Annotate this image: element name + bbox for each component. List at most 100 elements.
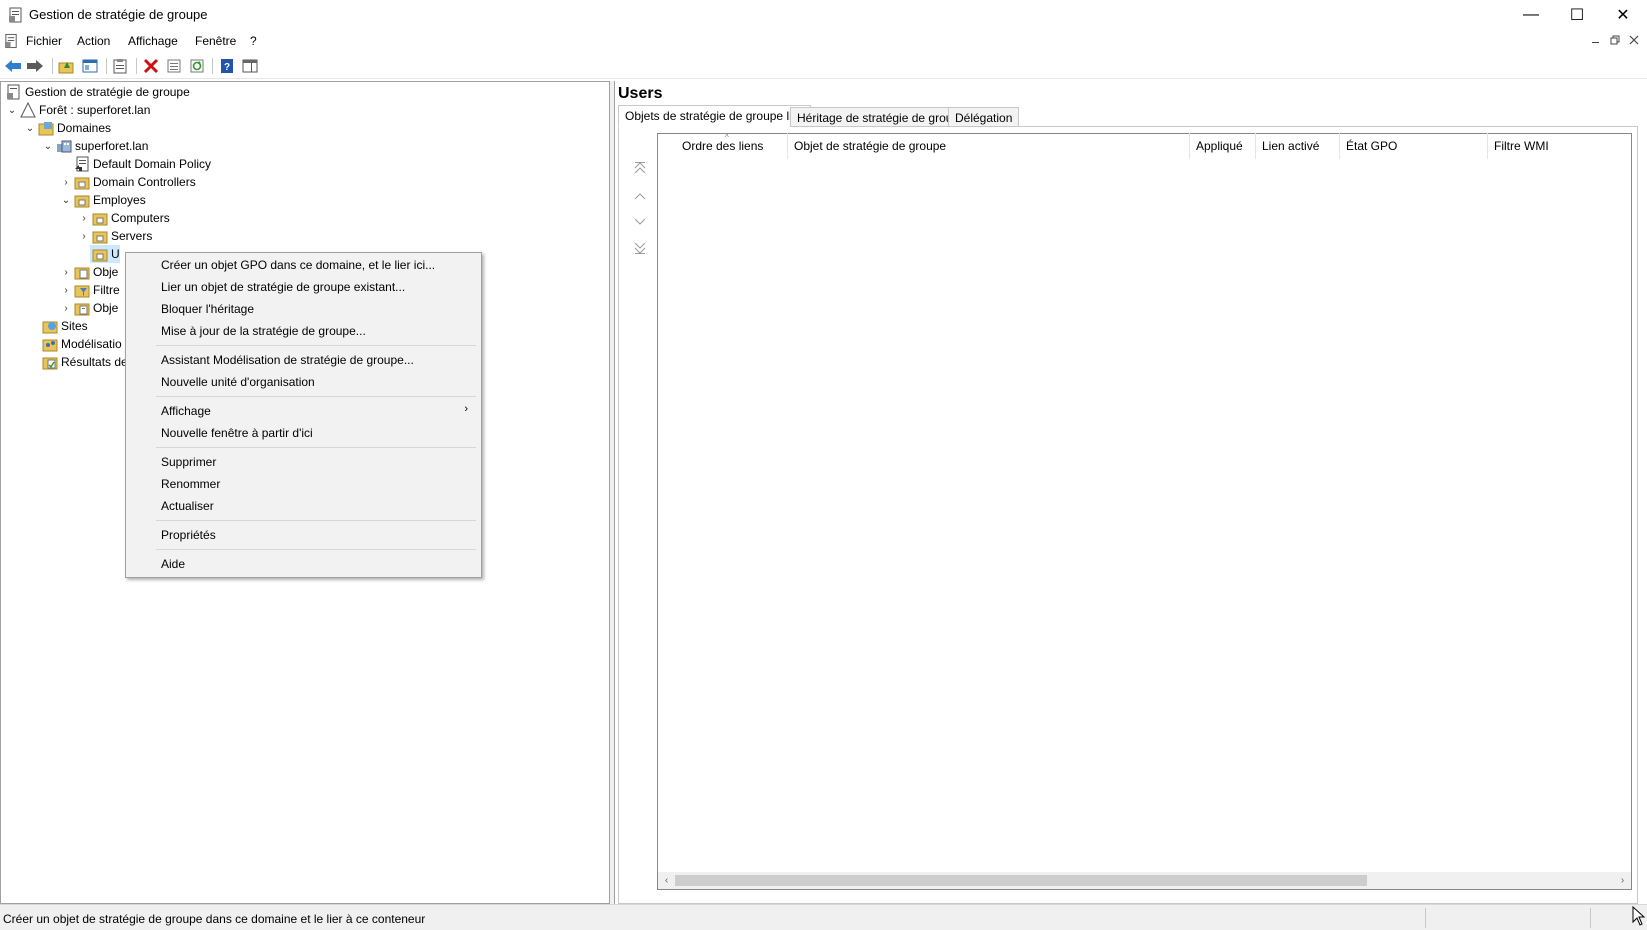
chevron-down-icon[interactable]: ⌄ [60, 195, 72, 206]
tab-linked-gpos[interactable]: Objets de stratégie de groupe liés [618, 105, 812, 127]
move-top-button[interactable] [632, 160, 648, 176]
gpo-link-icon [75, 156, 89, 172]
copy-button[interactable] [110, 56, 130, 76]
col-header-gpo-status-label: État GPO [1346, 139, 1398, 153]
tree-item-domains[interactable]: ⌄ Domaines [24, 119, 111, 137]
ctx-new-ou[interactable]: Nouvelle unité d'organisation [127, 371, 480, 393]
tree-root[interactable]: Gestion de stratégie de groupe [4, 83, 190, 101]
move-bottom-button[interactable] [632, 240, 648, 256]
delete-button[interactable] [141, 56, 161, 76]
ctx-properties[interactable]: Propriétés [127, 524, 480, 546]
ctx-delete[interactable]: Supprimer [127, 451, 480, 473]
menu-fichier[interactable]: Fichier [26, 34, 62, 48]
menu-fenetre[interactable]: Fenêtre [195, 34, 236, 48]
tree-item-wmi-filters[interactable]: › Filtre [60, 281, 120, 299]
close-button[interactable]: ✕ [1600, 0, 1646, 30]
tree-item-default-policy[interactable]: Default Domain Policy [72, 155, 211, 173]
help-button[interactable]: ? [217, 56, 237, 76]
tree-item-sites[interactable]: Sites [40, 317, 88, 335]
tab-inheritance[interactable]: Héritage de stratégie de groupe [790, 107, 973, 127]
chevron-down-icon[interactable]: ⌄ [6, 105, 18, 116]
tree-item-servers-label: Servers [111, 229, 153, 243]
chevron-right-icon[interactable]: › [60, 177, 72, 188]
ctx-link-existing-gpo[interactable]: Lier un objet de stratégie de groupe exi… [127, 276, 480, 298]
ctx-block-inheritance[interactable]: Bloquer l'héritage [127, 298, 480, 320]
tree-item-domain-label: superforet.lan [75, 139, 149, 153]
up-level-button[interactable] [56, 56, 76, 76]
ou-folder-icon [74, 195, 90, 208]
col-header-order[interactable]: Ordre des liens [676, 133, 788, 159]
forward-arrow-icon [27, 60, 43, 72]
scroll-thumb[interactable] [675, 875, 1367, 886]
tree-item-results[interactable]: Résultats de [40, 353, 128, 371]
tree-item-employes[interactable]: ⌄ Employes [60, 191, 146, 209]
col-header-wmi[interactable]: Filtre WMI [1488, 133, 1631, 159]
tree-item-domain[interactable]: ⌄ superforet.lan [42, 137, 149, 155]
chevron-up-icon [634, 193, 646, 200]
system-menu-icon[interactable] [4, 33, 19, 49]
chevron-right-icon[interactable]: › [60, 267, 72, 278]
tree-item-gpo-objects-label: Obje [93, 265, 119, 279]
menu-help[interactable]: ? [250, 34, 257, 48]
ctx-modeling-wizard[interactable]: Assistant Modélisation de stratégie de g… [127, 349, 480, 371]
ctx-view[interactable]: Affichage › [127, 400, 480, 422]
tree-item-domains-label: Domaines [57, 121, 112, 135]
menu-action[interactable]: Action [77, 34, 110, 48]
properties-button[interactable] [164, 56, 184, 76]
col-header-enforced[interactable]: Appliqué [1190, 133, 1256, 159]
scroll-right-icon[interactable]: › [1614, 872, 1631, 889]
tree-item-sites-label: Sites [61, 319, 88, 333]
forward-button[interactable] [25, 56, 45, 76]
ctx-gp-update[interactable]: Mise à jour de la stratégie de groupe... [127, 320, 480, 342]
ctx-new-window[interactable]: Nouvelle fenêtre à partir d'ici [127, 422, 480, 444]
ctx-rename[interactable]: Renommer [127, 473, 480, 495]
show-hide-tree-button[interactable] [80, 56, 100, 76]
back-button[interactable] [3, 56, 23, 76]
chevron-down-icon[interactable]: ⌄ [42, 141, 54, 152]
chevron-down-icon [634, 218, 646, 225]
tree-item-servers[interactable]: › Servers [78, 227, 152, 245]
mdi-restore-icon[interactable] [1607, 32, 1623, 48]
ctx-create-gpo-link[interactable]: Créer un objet GPO dans ce domaine, et l… [127, 254, 480, 276]
col-header-gpo[interactable]: Objet de stratégie de groupe [788, 133, 1190, 159]
action-pane-button[interactable] [240, 56, 260, 76]
minimize-button[interactable]: — [1508, 0, 1554, 30]
tree-item-forest-label: Forêt : superforet.lan [39, 103, 151, 117]
chevron-right-icon[interactable]: › [60, 303, 72, 314]
double-chevron-up-icon [634, 162, 646, 174]
tree-item-modeling-label: Modélisatio [61, 337, 122, 351]
menu-affichage[interactable]: Affichage [128, 34, 178, 48]
ctx-refresh[interactable]: Actualiser [127, 495, 480, 517]
tree-root-label: Gestion de stratégie de groupe [25, 85, 190, 99]
col-header-link-enabled[interactable]: Lien activé [1256, 133, 1340, 159]
col-header-gpo-status[interactable]: État GPO [1340, 133, 1488, 159]
chevron-right-icon[interactable]: › [60, 285, 72, 296]
chevron-right-icon[interactable]: › [78, 213, 90, 224]
scroll-left-icon[interactable]: ‹ [658, 872, 675, 889]
linked-gpo-table[interactable] [657, 133, 1632, 890]
col-header-enforced-label: Appliqué [1196, 139, 1243, 153]
tree-item-domain-controllers[interactable]: › Domain Controllers [60, 173, 196, 191]
maximize-button[interactable]: ☐ [1554, 0, 1600, 30]
ctx-help[interactable]: Aide [127, 553, 480, 575]
tree-item-forest[interactable]: ⌄ Forêt : superforet.lan [6, 101, 150, 119]
col-header-link-enabled-label: Lien activé [1262, 139, 1320, 153]
horizontal-scrollbar[interactable]: ‹ › [658, 872, 1631, 889]
refresh-button[interactable] [187, 56, 207, 76]
move-down-button[interactable] [632, 214, 648, 230]
tree-item-computers[interactable]: › Computers [78, 209, 170, 227]
mdi-close-icon[interactable] [1626, 32, 1642, 48]
tree-item-users[interactable]: U [90, 245, 120, 263]
chevron-down-icon[interactable]: ⌄ [24, 123, 36, 134]
window-title: Gestion de stratégie de groupe [29, 7, 208, 22]
col-header-gpo-label: Objet de stratégie de groupe [794, 139, 947, 153]
modeling-icon [42, 339, 58, 352]
move-up-button[interactable] [632, 188, 648, 204]
tree-item-modeling[interactable]: Modélisatio [40, 335, 122, 353]
tree-item-starter-gpos[interactable]: › Obje [60, 299, 118, 317]
chevron-right-icon[interactable]: › [78, 231, 90, 242]
mdi-minimize-icon[interactable] [1588, 32, 1604, 48]
tree-item-gpo-objects[interactable]: › Obje [60, 263, 118, 281]
mouse-cursor-icon [1632, 906, 1646, 926]
tab-delegation[interactable]: Délégation [948, 107, 1020, 127]
